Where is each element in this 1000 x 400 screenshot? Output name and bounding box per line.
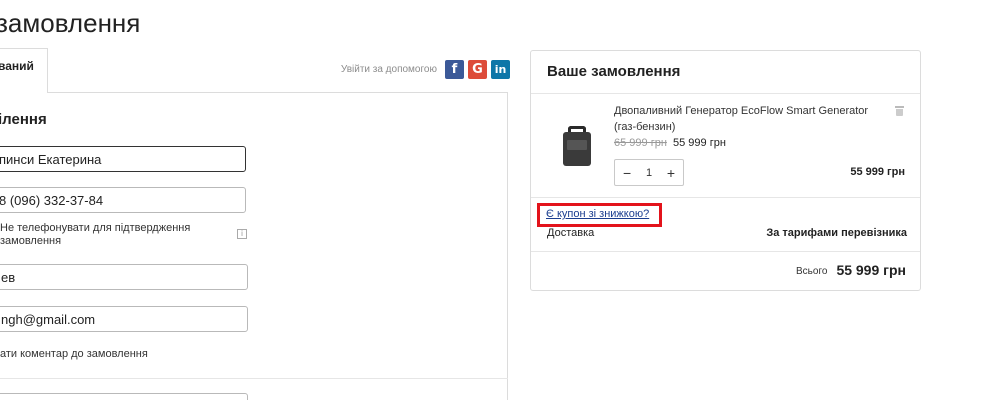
google-icon[interactable]: G bbox=[468, 60, 487, 79]
next-field[interactable] bbox=[0, 393, 248, 400]
page-title: замовлення bbox=[0, 8, 141, 38]
social-login-label: Увійти за допомогою bbox=[340, 64, 437, 75]
name-field[interactable]: пинси Екатерина bbox=[0, 146, 246, 172]
name-field-value: пинси Екатерина bbox=[0, 151, 102, 167]
tab-label: ваний bbox=[0, 59, 34, 73]
divider bbox=[531, 197, 920, 198]
city-field[interactable]: ев bbox=[0, 264, 248, 290]
email-field-value: ngh@gmail.com bbox=[1, 311, 96, 327]
order-summary: Ваше замовлення Двопаливний Генератор Ec… bbox=[530, 50, 921, 291]
product-name[interactable]: Двопаливний Генератор EcoFlow Smart Gene… bbox=[614, 103, 884, 135]
info-icon[interactable]: i bbox=[237, 229, 247, 239]
divider bbox=[531, 251, 920, 252]
total-value: 55 999 грн bbox=[836, 262, 906, 278]
divider bbox=[531, 93, 920, 94]
phone-field[interactable]: 8 (096) 332-37-84 bbox=[0, 187, 246, 213]
phone-field-value: 8 (096) 332-37-84 bbox=[0, 192, 104, 208]
form-divider bbox=[0, 378, 508, 379]
city-field-value: ев bbox=[1, 269, 16, 285]
delivery-label: Доставка bbox=[547, 227, 595, 239]
email-field[interactable]: ngh@gmail.com bbox=[0, 306, 248, 332]
add-comment-link[interactable]: ати коментар до замовлення bbox=[0, 348, 148, 360]
quantity-stepper: − 1 + bbox=[614, 159, 684, 186]
linkedin-icon[interactable]: in bbox=[491, 60, 510, 79]
facebook-icon[interactable]: f bbox=[445, 60, 464, 79]
product-image[interactable] bbox=[563, 126, 591, 166]
product-price: 55 999 грн bbox=[673, 137, 726, 149]
no-call-checkbox[interactable]: Не телефонувати для підтвердження замовл… bbox=[0, 222, 248, 248]
old-price: 65 999 грн bbox=[614, 137, 667, 149]
delivery-value: За тарифами перевізника bbox=[766, 227, 907, 239]
section-title: ілення bbox=[0, 111, 47, 128]
plus-icon[interactable]: + bbox=[667, 166, 675, 180]
order-title: Ваше замовлення bbox=[547, 63, 681, 80]
coupon-link[interactable]: Є купон зі знижкою? bbox=[546, 208, 649, 220]
quantity-value[interactable]: 1 bbox=[646, 167, 652, 179]
minus-icon[interactable]: − bbox=[623, 166, 631, 180]
line-total: 55 999 грн bbox=[850, 166, 905, 178]
tab-registered[interactable]: ваний bbox=[0, 48, 48, 93]
no-call-label: Не телефонувати для підтвердження замовл… bbox=[0, 222, 191, 247]
trash-icon[interactable] bbox=[895, 106, 904, 116]
social-login: Увійти за допомогою f G in bbox=[341, 60, 510, 79]
total-label: Всього bbox=[796, 266, 828, 277]
